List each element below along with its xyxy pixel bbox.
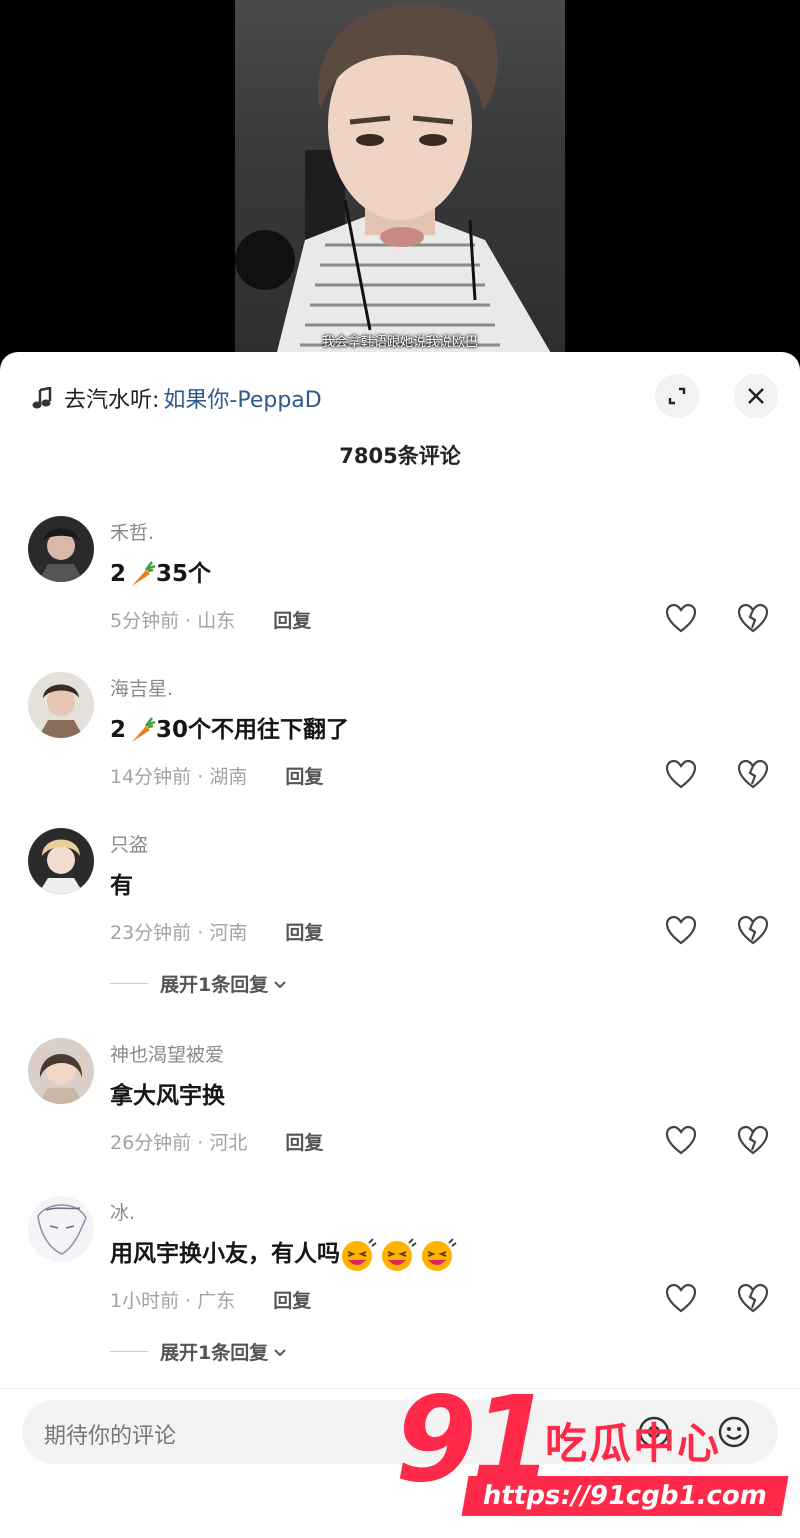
divider-line [110, 1351, 148, 1352]
comment-text-part: 拿大风宇换 [110, 1083, 225, 1109]
person-illustration [235, 4, 555, 360]
reply-button[interactable]: 回复 [273, 610, 311, 632]
video-frame: 我会拿韩语跟她说我说欧巴 [235, 0, 565, 360]
avatar[interactable] [28, 1196, 94, 1262]
expand-replies-label: 展开1条回复 [160, 974, 269, 996]
laughing-emoji-icon [342, 1237, 457, 1271]
avatar[interactable] [28, 1038, 94, 1104]
comment-time: 23分钟前 [110, 922, 192, 944]
comment-username[interactable]: 海吉星. [110, 674, 173, 701]
avatar[interactable] [28, 516, 94, 582]
heart-icon[interactable] [664, 1124, 698, 1158]
chevron-down-icon [274, 1348, 286, 1356]
music-note-icon [32, 387, 52, 409]
comment-meta: 26分钟前 · 河北 回复 [110, 1132, 324, 1154]
comment-time: 14分钟前 [110, 766, 192, 788]
comment-username[interactable]: 禾哲. [110, 518, 154, 545]
comment-text: 有 [110, 866, 133, 900]
heart-icon[interactable] [664, 914, 698, 948]
comment-username[interactable]: 冰. [110, 1198, 135, 1225]
comment-sheet: 去汽水听: 如果你-PeppaD 7805条评论 禾哲. 2 35个 5分钟前 ·… [0, 352, 800, 1538]
carrot-icon [132, 560, 156, 586]
comment-text-part: 35个 [156, 561, 212, 587]
music-title[interactable]: 如果你-PeppaD [163, 382, 321, 414]
video-subtitle: 我会拿韩语跟她说我说欧巴 [321, 335, 478, 350]
heart-icon[interactable] [664, 1282, 698, 1316]
expand-replies-label: 展开1条回复 [160, 1342, 269, 1364]
comment-text: 用风宇换小友，有人吗 [110, 1234, 460, 1272]
comment-meta: 23分钟前 · 河南 回复 [110, 922, 324, 944]
comment-text-part: 用风宇换小友，有人吗 [110, 1241, 340, 1267]
comment-username[interactable]: 神也渴望被爱 [110, 1040, 224, 1067]
broken-heart-icon[interactable] [736, 1282, 770, 1316]
comment-count-title: 7805条评论 [339, 444, 461, 468]
heart-icon[interactable] [664, 602, 698, 636]
expand-icon [668, 387, 686, 405]
watermark-url: https://91cgb1.com [461, 1476, 789, 1516]
comment-time: 26分钟前 [110, 1132, 192, 1154]
close-icon [748, 388, 764, 404]
comment-text-part: 有 [110, 873, 133, 899]
close-button[interactable] [734, 374, 778, 418]
comment-meta: 5分钟前 · 山东 回复 [110, 610, 312, 632]
reply-button[interactable]: 回复 [285, 766, 323, 788]
broken-heart-icon[interactable] [736, 758, 770, 792]
music-link[interactable]: 去汽水听: 如果你-PeppaD [32, 380, 322, 416]
comment-username[interactable]: 只盗 [110, 830, 148, 857]
broken-heart-icon[interactable] [736, 1124, 770, 1158]
comment-meta: 1小时前 · 广东 回复 [110, 1290, 312, 1312]
watermark-text: 吃瓜中心 [545, 1419, 722, 1468]
comment-location: 河南 [209, 922, 248, 944]
divider-line [110, 983, 148, 984]
comment-meta: 14分钟前 · 湖南 回复 [110, 766, 324, 788]
video-player[interactable]: 我会拿韩语跟她说我说欧巴 [0, 0, 800, 360]
comment-text: 拿大风宇换 [110, 1076, 225, 1110]
avatar[interactable] [28, 672, 94, 738]
broken-heart-icon[interactable] [736, 914, 770, 948]
chevron-down-icon [274, 980, 286, 988]
comment-input-placeholder: 期待你的评论 [44, 1424, 177, 1449]
comment-text: 2 30个不用往下翻了 [110, 710, 349, 746]
comment-location: 广东 [197, 1290, 236, 1312]
comment-time: 1小时前 [110, 1290, 180, 1312]
carrot-icon [132, 716, 156, 742]
expand-replies-button[interactable]: 展开1条回复 [110, 1338, 288, 1365]
comment-text-part: 30个不用往下翻了 [156, 717, 350, 743]
comment-text-part: 2 [110, 561, 127, 587]
heart-icon[interactable] [664, 758, 698, 792]
comment-text: 2 35个 [110, 554, 211, 590]
comment-location: 湖南 [209, 766, 248, 788]
avatar[interactable] [28, 828, 94, 894]
comment-location: 河北 [209, 1132, 248, 1154]
music-prefix: 去汽水听: [64, 388, 160, 413]
reply-button[interactable]: 回复 [285, 1132, 323, 1154]
comment-location: 山东 [197, 610, 236, 632]
comment-time: 5分钟前 [110, 610, 180, 632]
expand-button[interactable] [655, 374, 699, 418]
reply-button[interactable]: 回复 [285, 922, 323, 944]
expand-replies-button[interactable]: 展开1条回复 [110, 970, 288, 997]
broken-heart-icon[interactable] [736, 602, 770, 636]
comment-text-part: 2 [110, 717, 127, 743]
reply-button[interactable]: 回复 [273, 1290, 311, 1312]
watermark-logo: 91 吃瓜中心 https://91cgb1.com [395, 1380, 795, 1530]
